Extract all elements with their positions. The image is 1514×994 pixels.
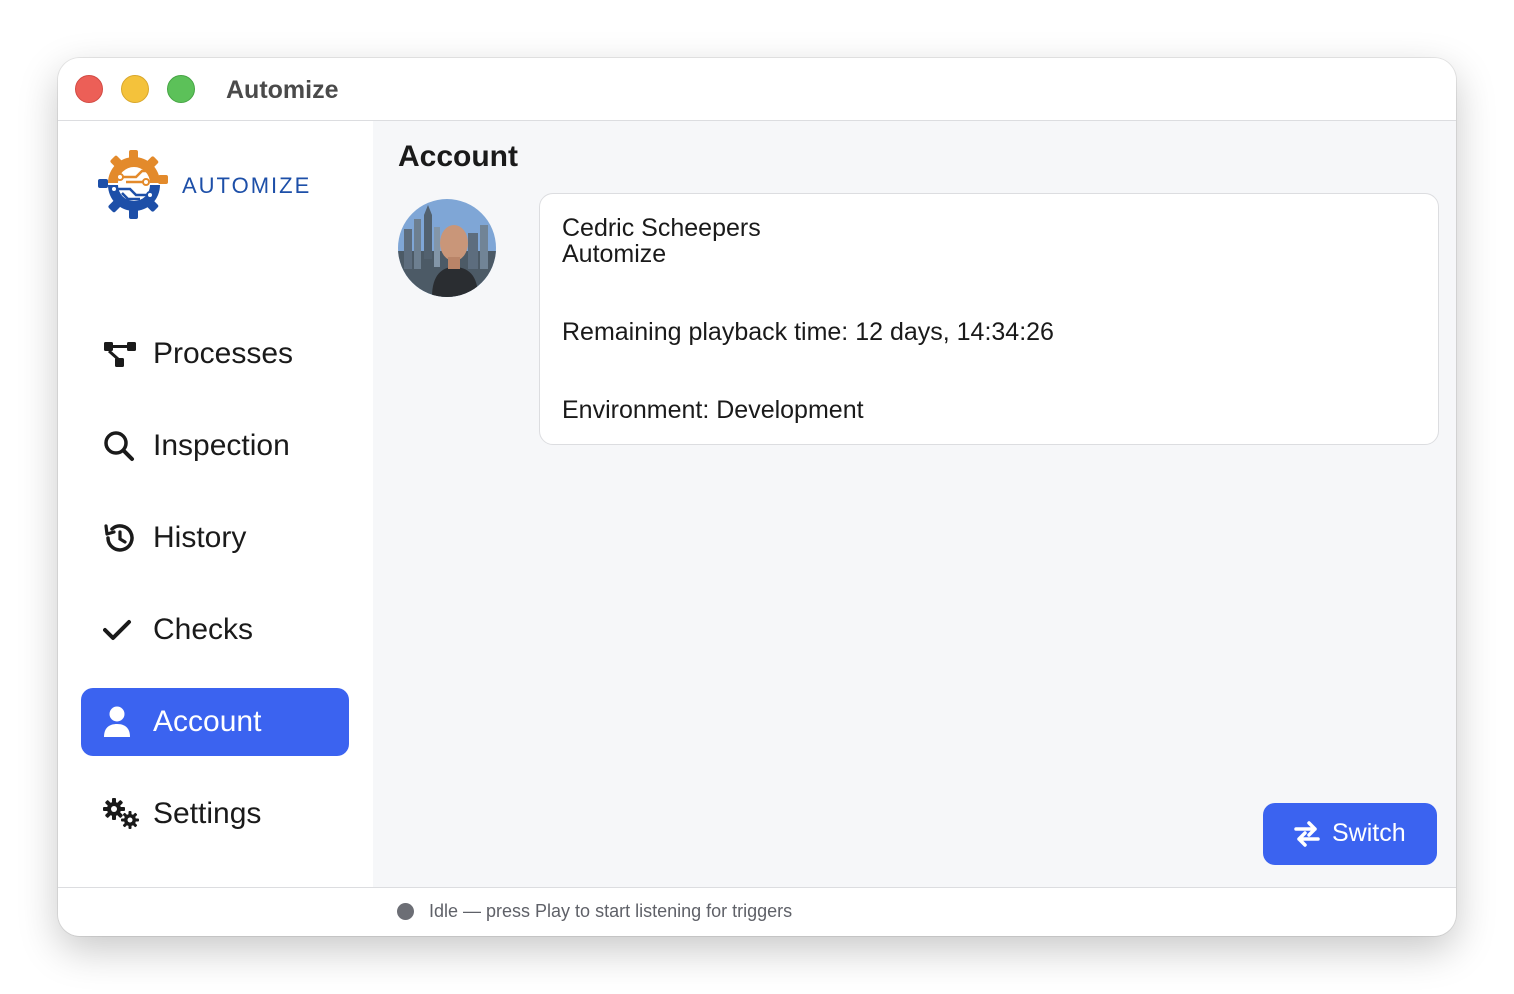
environment-text: Environment: Development: [562, 396, 864, 424]
playback-time-text: Remaining playback time: 12 days, 14:34:…: [562, 318, 1054, 346]
app-logo: AUTOMIZE: [96, 149, 336, 221]
sidebar-item-account[interactable]: Account: [81, 688, 349, 756]
checkmark-icon: [103, 614, 137, 646]
switch-arrows-icon: [1294, 821, 1320, 847]
sidebar-item-settings[interactable]: Settings: [81, 780, 349, 848]
sidebar-item-checks[interactable]: Checks: [81, 596, 349, 664]
flow-icon: [103, 338, 137, 370]
sidebar-item-label: Processes: [153, 337, 294, 370]
user-icon: [103, 706, 137, 738]
minimize-window-button[interactable]: [121, 75, 149, 103]
gear-logo-icon: [98, 150, 168, 219]
sidebar-item-label: Account: [153, 705, 262, 738]
app-window: Automize AUTOMIZE Processes Inspection H…: [58, 58, 1456, 936]
logo-wordmark: AUTOMIZE: [182, 173, 312, 198]
switch-button-label: Switch: [1332, 819, 1406, 847]
main-content: Account Cedric Scheepers Automize Remain…: [373, 121, 1456, 887]
sidebar-item-processes[interactable]: Processes: [81, 320, 349, 388]
account-name: Cedric Scheepers: [562, 214, 761, 242]
account-organization: Automize: [562, 240, 667, 268]
status-bar: Idle — press Play to start listening for…: [58, 887, 1456, 936]
sidebar-item-history[interactable]: History: [81, 504, 349, 572]
sidebar-item-label: Settings: [153, 797, 262, 830]
sidebar-item-inspection[interactable]: Inspection: [81, 412, 349, 480]
sidebar-item-label: Inspection: [153, 429, 290, 462]
search-icon: [103, 430, 137, 462]
window-title: Automize: [226, 76, 339, 104]
gears-icon: [103, 798, 139, 830]
close-window-button[interactable]: [75, 75, 103, 103]
history-icon: [103, 522, 137, 554]
title-bar: Automize: [58, 58, 1456, 121]
avatar: [398, 199, 496, 297]
status-text: Idle — press Play to start listening for…: [429, 901, 793, 921]
sidebar: AUTOMIZE Processes Inspection History Ch…: [58, 121, 373, 887]
switch-button[interactable]: Switch: [1263, 803, 1437, 865]
sidebar-item-label: History: [153, 521, 247, 554]
page-title: Account: [398, 140, 518, 173]
status-indicator-icon: [397, 903, 414, 920]
zoom-window-button[interactable]: [167, 75, 195, 103]
account-info-card: Cedric Scheepers Automize Remaining play…: [539, 193, 1439, 445]
sidebar-item-label: Checks: [153, 613, 254, 646]
